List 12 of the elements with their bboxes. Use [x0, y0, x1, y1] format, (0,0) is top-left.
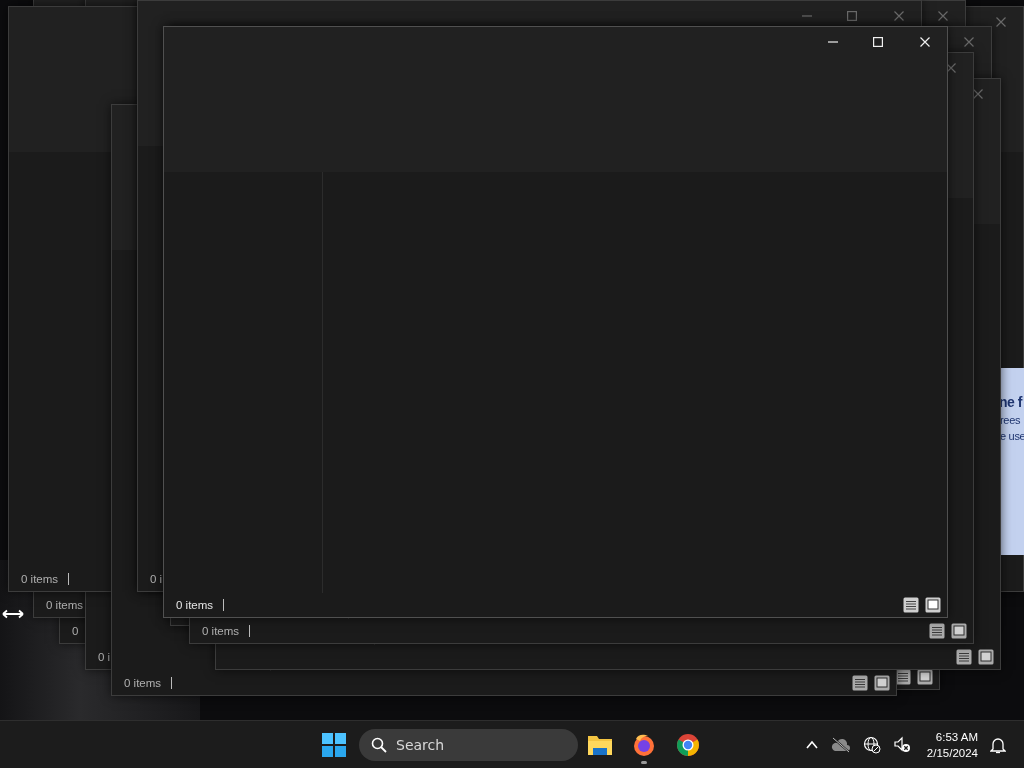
- clock-date: 2/15/2024: [926, 745, 978, 761]
- item-count: 0 i: [98, 651, 111, 663]
- clock-time: 6:53 AM: [935, 729, 978, 745]
- item-count: 0 items: [46, 599, 84, 611]
- item-count: 0 i: [150, 573, 163, 585]
- dialog-text: rees: [1000, 414, 1022, 426]
- item-count: 0 items: [202, 625, 240, 637]
- item-count: 0 items: [124, 677, 162, 689]
- item-count: 0: [72, 625, 79, 637]
- item-count: 0 items: [176, 599, 214, 611]
- item-count: 0 items: [21, 573, 59, 585]
- search-field[interactable]: Search: [359, 728, 578, 761]
